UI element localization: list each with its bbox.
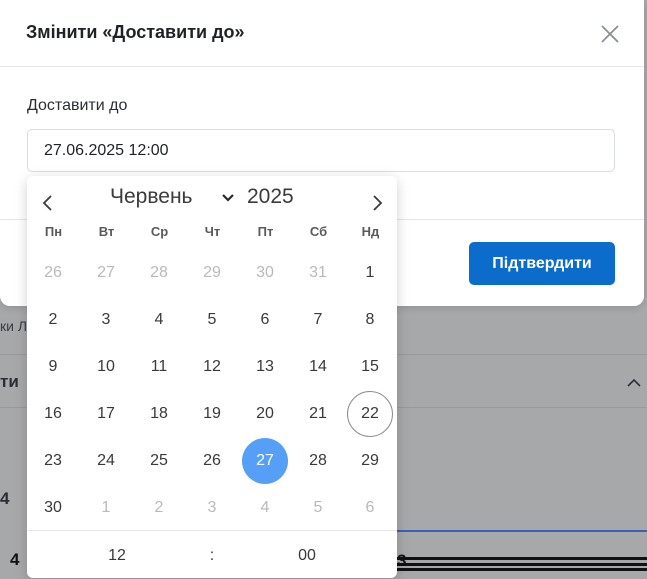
calendar-day[interactable]: 6 <box>347 485 393 531</box>
calendar-day[interactable]: 1 <box>83 485 129 531</box>
chevron-down-icon[interactable] <box>221 193 235 203</box>
calendar-day[interactable]: 25 <box>136 438 182 484</box>
calendar-day[interactable]: 3 <box>83 297 129 343</box>
calendar-day[interactable]: 17 <box>83 391 129 437</box>
deliver-by-label: Доставити до <box>27 97 128 114</box>
calendar-day[interactable]: 3 <box>189 485 235 531</box>
calendar-day[interactable]: 21 <box>295 391 341 437</box>
background-text: ки Л <box>0 318 28 334</box>
calendar-day[interactable]: 2 <box>30 297 76 343</box>
calendar-day[interactable]: 4 <box>242 485 288 531</box>
calendar-day[interactable]: 29 <box>347 438 393 484</box>
calendar-day[interactable]: 28 <box>136 250 182 296</box>
close-icon[interactable] <box>598 22 622 46</box>
calendar-day[interactable]: 9 <box>30 344 76 390</box>
next-month-icon[interactable] <box>367 193 387 213</box>
calendar-day[interactable]: 12 <box>189 344 235 390</box>
minutes-input[interactable]: 00 <box>277 547 337 565</box>
calendar-day[interactable]: 19 <box>189 391 235 437</box>
calendar-day[interactable]: 20 <box>242 391 288 437</box>
previous-month-icon[interactable] <box>38 193 58 213</box>
calendar-day[interactable]: 5 <box>295 485 341 531</box>
calendar-day[interactable]: 26 <box>30 250 76 296</box>
calendar-day[interactable]: 1 <box>347 250 393 296</box>
year-input[interactable]: 2025 <box>247 185 294 209</box>
confirm-button[interactable]: Підтвердити <box>469 242 615 285</box>
calendar-day[interactable]: 31 <box>295 250 341 296</box>
calendar-day[interactable]: 27 <box>83 250 129 296</box>
background-chart-line <box>395 530 647 532</box>
weekday-label: Нд <box>361 224 380 239</box>
dialog-title: Змінити «Доставити до» <box>26 22 245 42</box>
weekday-label: Сб <box>309 224 328 239</box>
calendar-day[interactable]: 30 <box>30 485 76 531</box>
month-select[interactable]: Червень <box>110 185 193 209</box>
time-separator: : <box>209 547 215 564</box>
calendar-day[interactable]: 5 <box>189 297 235 343</box>
hours-input[interactable]: 12 <box>87 547 147 565</box>
calendar-day[interactable]: 11 <box>136 344 182 390</box>
calendar-day[interactable]: 22 <box>347 391 393 437</box>
calendar-day[interactable]: 23 <box>30 438 76 484</box>
calendar-day[interactable]: 4 <box>136 297 182 343</box>
weekday-label: Чт <box>204 224 221 239</box>
chevron-up-icon[interactable] <box>626 375 642 391</box>
calendar-day[interactable]: 28 <box>295 438 341 484</box>
weekday-label: Пн <box>44 224 63 239</box>
calendar-day[interactable]: 8 <box>347 297 393 343</box>
weekday-label: Вт <box>98 224 115 239</box>
calendar-day[interactable]: 26 <box>189 438 235 484</box>
weekday-label: Ср <box>150 224 169 239</box>
deliver-by-input[interactable] <box>27 129 615 172</box>
background-chart-bar <box>395 563 647 566</box>
calendar-day[interactable]: 24 <box>83 438 129 484</box>
calendar-day[interactable]: 30 <box>242 250 288 296</box>
background-section-title: ти <box>0 372 19 391</box>
dialog-header: Змінити «Доставити до» <box>0 0 644 67</box>
calendar-day[interactable]: 10 <box>83 344 129 390</box>
background-chart-bar <box>395 557 647 560</box>
background-value: 4 <box>10 550 20 569</box>
calendar-day[interactable]: 18 <box>136 391 182 437</box>
calendar-day[interactable]: 6 <box>242 297 288 343</box>
calendar-day[interactable]: 27 <box>242 438 288 484</box>
calendar-day[interactable]: 7 <box>295 297 341 343</box>
time-picker: 12 : 00 <box>27 530 397 578</box>
calendar-day[interactable]: 14 <box>295 344 341 390</box>
calendar-day[interactable]: 13 <box>242 344 288 390</box>
weekday-label: Пт <box>257 224 274 239</box>
date-picker-popup: Червень 2025 Пн Вт Ср Чт Пт Сб Нд 26 27 28 29 30 31… <box>27 176 397 578</box>
background-chart-bar <box>395 568 647 571</box>
weekday-header: Пн Вт Ср Чт Пт Сб Нд <box>27 224 397 244</box>
calendar-day[interactable]: 16 <box>30 391 76 437</box>
background-value: 4 <box>0 489 10 508</box>
calendar-day[interactable]: 15 <box>347 344 393 390</box>
calendar-day[interactable]: 2 <box>136 485 182 531</box>
calendar-day[interactable]: 29 <box>189 250 235 296</box>
